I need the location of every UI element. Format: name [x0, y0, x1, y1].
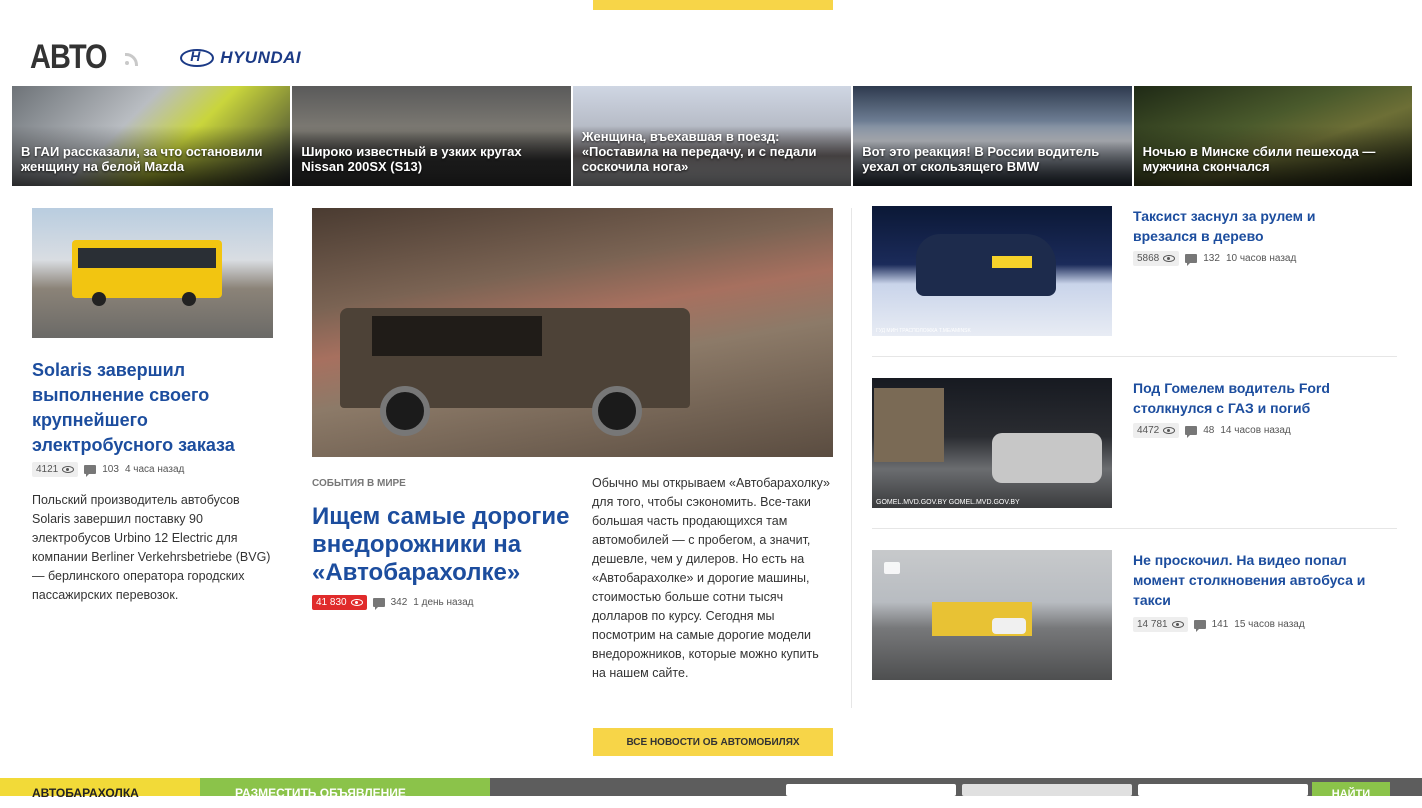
find-button[interactable]: НАЙТИ [1312, 782, 1390, 800]
comment-icon[interactable] [372, 598, 385, 610]
left-article-lead: Польский производитель автобусов Solaris… [32, 493, 271, 602]
views-count: 14 781 [1137, 619, 1168, 630]
comments-count[interactable]: 132 [1203, 253, 1220, 264]
strip-caption: Широко известный в узких кругах Nissan 2… [301, 144, 522, 174]
category-label[interactable]: СОБЫТИЯ В МИРЕ [312, 478, 572, 489]
strip-item[interactable]: Ночью в Минске сбили пешехода — мужчина … [1133, 86, 1413, 186]
taxi-shape [992, 618, 1026, 634]
comment-icon[interactable] [84, 465, 97, 477]
divider [872, 528, 1397, 529]
comment-icon[interactable] [1193, 620, 1206, 632]
bus-wheel [92, 292, 106, 306]
right-article: ГУД МИН ТРАСПОЛОЖКА T.ME/AMINSK Таксист … [872, 206, 1397, 336]
rss-icon[interactable] [124, 50, 140, 66]
car-shape [916, 234, 1056, 296]
time-ago: 4 часа назад [124, 464, 185, 475]
right-article-title[interactable]: Таксист заснул за рулем и врезался в дер… [1133, 206, 1378, 246]
time-ago: 15 часов назад [1234, 619, 1305, 630]
filter-field[interactable] [962, 784, 1132, 796]
divider [872, 356, 1397, 357]
strip-caption: Вот это реакция! В России водитель уехал… [862, 144, 1100, 174]
main-article-image[interactable] [312, 208, 833, 457]
wreck-shape [992, 433, 1102, 483]
views-badge: 4472 [1133, 423, 1180, 438]
bottom-bar: РАЗМЕСТИТЬ ОБЪЯВЛЕНИЕ АВТОБАРАХОЛКА НАЙТ… [0, 778, 1422, 800]
brand-name: HYUNDAI [220, 47, 302, 67]
filter-field[interactable] [1138, 784, 1308, 796]
strip-caption: Ночью в Минске сбили пешехода — мужчина … [1142, 144, 1376, 174]
video-icon [884, 562, 900, 574]
right-article-meta: 5868 132 10 часов назад [1133, 251, 1296, 266]
right-article: Не проскочил. На видео попал момент стол… [872, 550, 1397, 680]
views-badge: 14 781 [1133, 617, 1188, 632]
main-article-title[interactable]: Ищем самые дорогие внедорожники на «Авто… [312, 503, 572, 587]
eye-icon [1163, 427, 1176, 434]
top-yellow-tab[interactable] [593, 0, 833, 10]
comments-count[interactable]: 48 [1203, 425, 1214, 436]
eye-icon [350, 599, 363, 606]
time-ago: 10 часов назад [1225, 253, 1297, 264]
strip-item[interactable]: Вот это реакция! В России водитель уехал… [853, 86, 1132, 186]
comments-count[interactable]: 103 [102, 464, 119, 475]
views-count: 5868 [1137, 253, 1160, 264]
sponsor-brand[interactable]: HYUNDAI [180, 48, 301, 68]
right-article: GOMEL.MVD.GOV.BY GOMEL.MVD.GOV.BY Под Го… [872, 378, 1397, 508]
main-article: СОБЫТИЯ В МИРЕ Ищем самые дорогие внедор… [312, 208, 834, 680]
left-article-meta: 4121 103 4 часа назад [32, 462, 274, 477]
views-count: 4472 [1137, 425, 1160, 436]
article-image[interactable]: GOMEL.MVD.GOV.BY GOMEL.MVD.GOV.BY [872, 378, 1112, 508]
strip-caption: Женщина, въехавшая в поезд: «Поставила н… [581, 129, 817, 174]
video-overlay-text: ГУД МИН ТРАСПОЛОЖКА T.ME/AMINSK [876, 328, 971, 334]
bus-image[interactable] [32, 208, 273, 338]
time-ago: 14 часов назад [1220, 425, 1291, 436]
column-divider [851, 208, 852, 708]
video-overlay-text: GOMEL.MVD.GOV.BY GOMEL.MVD.GOV.BY [876, 499, 1020, 506]
bus-windows [78, 248, 216, 268]
views-count: 41 830 [316, 597, 347, 608]
suv-wheel [380, 386, 430, 436]
post-ad-button[interactable]: РАЗМЕСТИТЬ ОБЪЯВЛЕНИЕ [180, 778, 490, 800]
section-title[interactable]: АВТО [30, 38, 108, 77]
suv-wheel [592, 386, 642, 436]
right-article-title[interactable]: Не проскочил. На видео попал момент стол… [1133, 550, 1378, 610]
strip-item[interactable]: Женщина, въехавшая в поезд: «Поставила н… [572, 86, 852, 186]
all-auto-news-button[interactable]: ВСЕ НОВОСТИ ОБ АВТОМОБИЛЯХ [593, 728, 833, 756]
filter-field[interactable] [786, 784, 956, 796]
eye-icon [1171, 621, 1184, 628]
left-article: Solaris завершил выполнение своего крупн… [32, 208, 274, 605]
eye-icon [62, 466, 75, 473]
strip-item[interactable]: Широко известный в узких кругах Nissan 2… [292, 86, 571, 186]
right-article-meta: 4472 48 14 часов назад [1133, 423, 1291, 438]
comments-count[interactable]: 141 [1212, 619, 1229, 630]
views-count: 4121 [36, 464, 59, 475]
main-article-lead: Обычно мы открываем «Автобарахолку» для … [592, 476, 830, 680]
truck-shape [874, 388, 944, 462]
article-image[interactable]: ГУД МИН ТРАСПОЛОЖКА T.ME/AMINSK [872, 206, 1112, 336]
comments-count[interactable]: 342 [391, 597, 408, 608]
strip-item[interactable]: В ГАИ рассказали, за что остановили женщ… [12, 86, 291, 186]
views-badge: 4121 [32, 462, 79, 477]
comment-icon[interactable] [1185, 254, 1198, 266]
autobaraholka-link[interactable]: АВТОБАРАХОЛКА [0, 778, 200, 800]
top-news-strip: В ГАИ рассказали, за что остановили женщ… [12, 86, 1413, 186]
right-article-title[interactable]: Под Гомелем водитель Ford столкнулся с Г… [1133, 378, 1378, 418]
hyundai-logo-icon [180, 48, 215, 67]
comment-icon[interactable] [1185, 426, 1198, 438]
bus-wheel [182, 292, 196, 306]
right-article-meta: 14 781 141 15 часов назад [1133, 617, 1305, 632]
main-article-meta: 41 830 342 1 день назад [312, 595, 572, 610]
taxi-stripe [992, 256, 1032, 268]
article-image[interactable] [872, 550, 1112, 680]
suv-windows [372, 316, 542, 356]
left-article-title[interactable]: Solaris завершил выполнение своего крупн… [32, 358, 274, 458]
eye-icon [1163, 255, 1176, 262]
section-header: АВТО HYUNDAI [30, 38, 301, 77]
views-badge-hot: 41 830 [312, 595, 367, 610]
strip-caption: В ГАИ рассказали, за что остановили женщ… [21, 144, 263, 174]
time-ago: 1 день назад [413, 597, 474, 608]
views-badge: 5868 [1133, 251, 1180, 266]
